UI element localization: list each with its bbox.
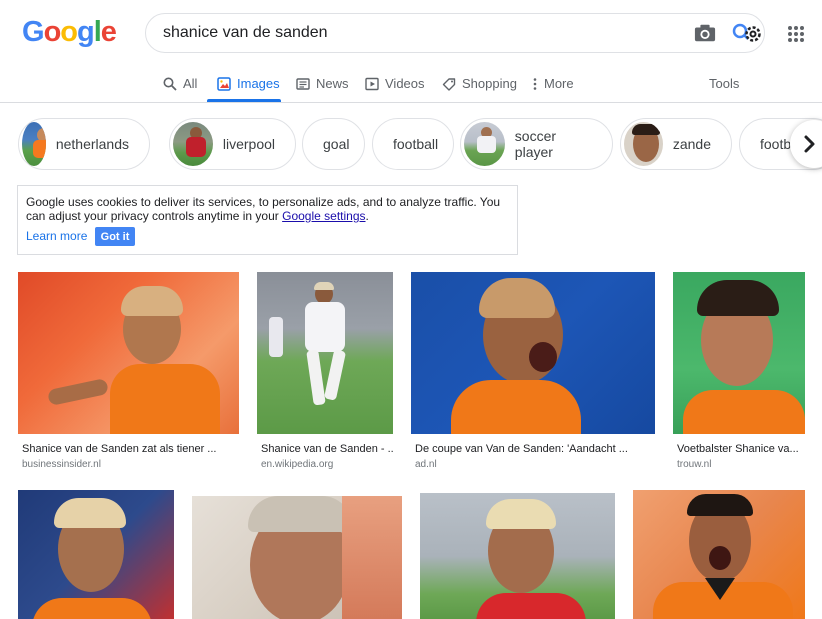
logo-letter: e	[100, 16, 117, 48]
logo-letter: l	[93, 16, 102, 48]
tab-videos[interactable]: Videos	[365, 76, 425, 91]
header-divider	[0, 102, 822, 103]
chip-thumbnail	[173, 122, 213, 166]
chip-label: liverpool	[222, 136, 275, 152]
chip-label: zande	[672, 136, 711, 152]
got-it-button[interactable]: Got it	[95, 227, 135, 246]
chip-label: netherlands	[55, 136, 129, 152]
news-icon	[296, 77, 310, 90]
camera-icon[interactable]	[694, 23, 716, 43]
image-result-4[interactable]	[673, 272, 805, 434]
search-input[interactable]	[163, 24, 663, 42]
logo-letter: o	[60, 16, 78, 48]
learn-more-link[interactable]: Learn more	[26, 229, 87, 243]
cookie-text: Google uses cookies to deliver its servi…	[26, 195, 501, 223]
image-result-2[interactable]	[257, 272, 393, 434]
tab-label: Shopping	[462, 76, 517, 91]
cookie-message: Google uses cookies to deliver its servi…	[26, 195, 512, 223]
chip-label: football	[393, 136, 439, 152]
tag-icon	[442, 77, 456, 91]
result-caption[interactable]: Voetbalster Shanice va...	[677, 443, 805, 455]
logo-letter: g	[77, 16, 95, 48]
image-result-7[interactable]	[420, 493, 615, 619]
chip-zande[interactable]: zande	[620, 118, 732, 170]
image-result-6[interactable]	[192, 496, 402, 619]
tools-button[interactable]: Tools	[709, 76, 739, 91]
play-icon	[365, 77, 379, 90]
chip-goal[interactable]: goal	[302, 118, 365, 170]
image-result-8[interactable]	[633, 490, 805, 619]
tab-news[interactable]: News	[296, 76, 349, 91]
tab-shopping[interactable]: Shopping	[442, 76, 517, 91]
tab-label: More	[544, 76, 574, 91]
chip-soccer-player[interactable]: soccer player	[460, 118, 613, 170]
chip-liverpool[interactable]: liverpool	[169, 118, 296, 170]
cookie-notice: Google uses cookies to deliver its servi…	[17, 185, 518, 255]
chip-label: goal	[323, 136, 350, 152]
chip-thumbnail	[624, 122, 663, 166]
search-tabs: All Images News Videos Shopping More Too…	[0, 62, 822, 102]
result-caption[interactable]: De coupe van Van de Sanden: 'Aandacht ..…	[415, 443, 653, 455]
image-result-1[interactable]	[18, 272, 239, 434]
result-caption[interactable]: Shanice van de Sanden - ...	[261, 443, 393, 455]
logo-letter: o	[43, 16, 62, 48]
chip-football[interactable]: football	[372, 118, 454, 170]
search-box	[145, 13, 765, 53]
chip-thumbnail	[464, 122, 505, 166]
search-settings-icon[interactable]	[731, 22, 763, 46]
result-source: trouw.nl	[677, 459, 712, 470]
tab-label: All	[183, 76, 198, 91]
apps-grid-icon[interactable]	[786, 24, 806, 44]
chip-label: soccer player	[514, 128, 557, 160]
search-icon	[163, 77, 177, 91]
image-result-5[interactable]	[18, 490, 174, 619]
logo-letter: G	[22, 16, 45, 48]
result-source: ad.nl	[415, 459, 437, 470]
cookie-text-end: .	[365, 209, 369, 223]
result-source: en.wikipedia.org	[261, 459, 334, 470]
more-vert-icon	[533, 77, 537, 90]
google-settings-link[interactable]: Google settings	[282, 209, 365, 223]
tab-label: Images	[237, 76, 280, 91]
tab-label: Videos	[385, 76, 425, 91]
image-icon	[217, 76, 231, 91]
chip-thumbnail	[22, 122, 46, 166]
tab-more[interactable]: More	[532, 76, 574, 91]
image-result-3[interactable]	[411, 272, 655, 434]
result-caption[interactable]: Shanice van de Sanden zat als tiener ...	[22, 443, 237, 455]
google-logo[interactable]: Google	[22, 16, 117, 49]
tab-all[interactable]: All	[163, 76, 197, 91]
chips-next-button[interactable]	[790, 120, 822, 168]
tools-label: Tools	[709, 76, 740, 91]
tab-label: News	[316, 76, 349, 91]
tab-images[interactable]: Images	[217, 76, 280, 91]
chip-netherlands[interactable]: netherlands	[18, 118, 150, 170]
chevron-right-icon	[804, 135, 815, 153]
result-source: businessinsider.nl	[22, 459, 101, 470]
